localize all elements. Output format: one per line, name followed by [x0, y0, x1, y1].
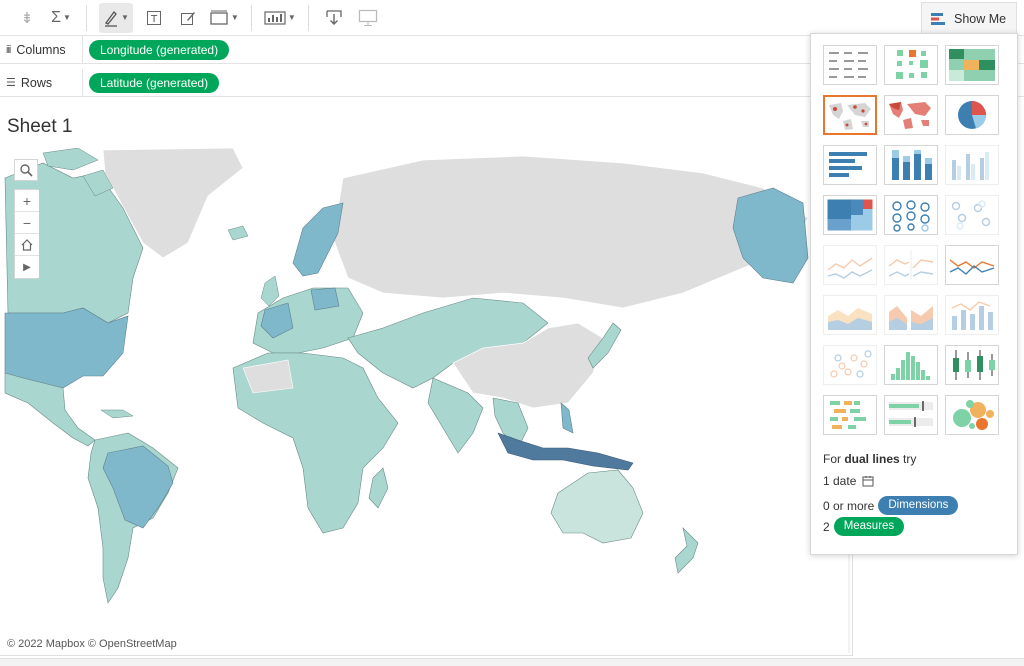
- heat-map-chart[interactable]: [884, 45, 938, 85]
- home-icon[interactable]: [15, 234, 39, 256]
- map-view[interactable]: + − ▶ © 2022 Mapbox © OpenStreetMap: [3, 148, 850, 653]
- fit-icon[interactable]: ▼: [209, 3, 239, 33]
- area-continuous-chart[interactable]: [823, 295, 877, 335]
- hint-prefix: For: [823, 452, 845, 466]
- longitude-pill[interactable]: Longitude (generated): [89, 39, 230, 60]
- filled-map-chart[interactable]: [884, 95, 938, 135]
- zoom-in-icon[interactable]: +: [15, 190, 39, 212]
- show-me-hint: For dual lines try: [823, 452, 916, 466]
- req-measures-text: 2: [823, 519, 830, 534]
- hint-suffix: try: [899, 452, 917, 466]
- map-tools: + − ▶: [14, 159, 40, 279]
- sheet-title: Sheet 1: [7, 116, 73, 137]
- treemap-chart[interactable]: [823, 195, 877, 235]
- toolbar: ⇟ Σ ▼ ▼ T ▼ ▼: [0, 0, 1024, 36]
- annotate-icon[interactable]: [175, 3, 201, 33]
- histogram-chart[interactable]: [884, 345, 938, 385]
- zoom-out-icon[interactable]: −: [15, 212, 39, 234]
- zoom-controls: + − ▶: [14, 189, 39, 279]
- rows-label-text: Rows: [20, 75, 53, 90]
- dual-lines-chart[interactable]: [945, 245, 999, 285]
- req-dimensions-text: 0 or more: [823, 498, 875, 513]
- side-by-side-circles-chart[interactable]: [945, 195, 999, 235]
- download-tray-icon: [326, 9, 342, 25]
- map-attribution: © 2022 Mapbox © OpenStreetMap: [7, 638, 177, 650]
- toolbar-divider: [250, 4, 252, 31]
- columns-label-text: Columns: [16, 42, 66, 57]
- show-me-label: Show Me: [954, 11, 1007, 26]
- show-cards-icon[interactable]: ▼: [264, 3, 296, 33]
- text-box-icon: T: [146, 10, 161, 25]
- svg-text:T: T: [150, 14, 158, 25]
- pen-icon: [105, 10, 117, 27]
- scatter-plot-chart[interactable]: [823, 345, 877, 385]
- dimensions-pill: Dimensions: [878, 496, 959, 515]
- circle-views-chart[interactable]: [884, 195, 938, 235]
- download-icon[interactable]: [321, 3, 347, 33]
- pie-chart[interactable]: [945, 95, 999, 135]
- highlight-table-chart[interactable]: [945, 45, 999, 85]
- toolbar-divider: [307, 4, 309, 31]
- rows-shelf-label: ☰ Rows: [0, 69, 83, 96]
- symbol-map-chart[interactable]: [823, 95, 877, 135]
- side-by-side-bars-chart[interactable]: [945, 145, 999, 185]
- show-me-tab[interactable]: Show Me: [921, 2, 1017, 34]
- hint-chart-name: dual lines: [844, 452, 900, 466]
- annotate-pen-icon: [180, 11, 195, 25]
- world-map[interactable]: [3, 148, 850, 653]
- area-discrete-chart[interactable]: [884, 295, 938, 335]
- req-date-text: 1 date: [823, 474, 857, 488]
- fit-frame-icon: [210, 10, 228, 25]
- columns-icon: iii: [6, 43, 11, 56]
- status-bar: [0, 658, 1024, 666]
- totals-icon[interactable]: Σ ▼: [48, 3, 74, 33]
- text-table-chart[interactable]: [823, 45, 877, 85]
- horizontal-bars-chart[interactable]: [823, 145, 877, 185]
- cards-icon: [264, 10, 286, 25]
- stacked-bars-chart[interactable]: [884, 145, 938, 185]
- gantt-chart[interactable]: [823, 395, 877, 435]
- discrete-lines-chart[interactable]: [884, 245, 938, 285]
- columns-shelf-label: iii Columns: [0, 36, 83, 63]
- sort-descending-icon[interactable]: ⇟: [14, 3, 40, 33]
- continuous-lines-chart[interactable]: [823, 245, 877, 285]
- search-icon[interactable]: [14, 159, 38, 181]
- worksheet: Sheet 1 + − ▶ © 2022 Mapbox © OpenStreet…: [0, 100, 853, 656]
- measures-pill: Measures: [833, 517, 905, 536]
- bullet-graph-chart[interactable]: [884, 395, 938, 435]
- calendar-icon: [862, 476, 874, 487]
- highlight-icon[interactable]: ▼: [99, 2, 133, 33]
- packed-bubbles-chart[interactable]: [945, 395, 999, 435]
- latitude-pill[interactable]: Latitude (generated): [89, 72, 220, 93]
- requirement-date: 1 date: [823, 474, 874, 488]
- play-icon[interactable]: ▶: [15, 256, 39, 278]
- box-and-whisker-chart[interactable]: [945, 345, 999, 385]
- dual-combination-chart[interactable]: [945, 295, 999, 335]
- show-me-panel: For dual lines try 1 date 0 or more Dime…: [810, 33, 1018, 555]
- requirement-dimensions: 0 or more Dimensions: [823, 496, 959, 515]
- rows-icon: ☰: [6, 77, 16, 89]
- text-label-icon[interactable]: T: [141, 3, 167, 33]
- monitor-icon: [358, 9, 377, 26]
- toolbar-divider: [86, 4, 87, 31]
- tableau-workspace: ⇟ Σ ▼ ▼ T ▼ ▼ Show Me iii Columns Longit…: [0, 0, 1024, 666]
- requirement-measures: 2 Measures: [823, 517, 905, 536]
- show-me-icon: [931, 12, 945, 25]
- presentation-icon[interactable]: [355, 3, 381, 33]
